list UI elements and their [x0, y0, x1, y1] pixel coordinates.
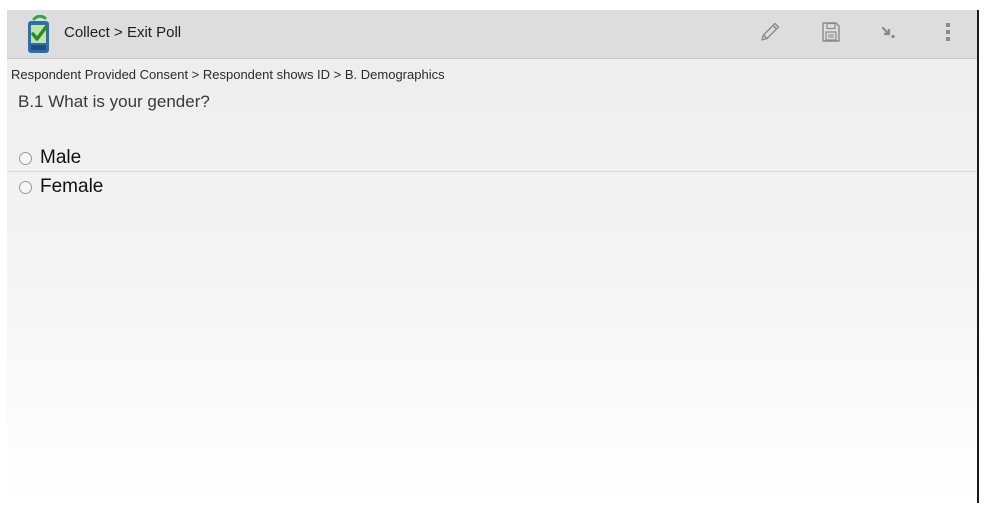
breadcrumb: Respondent Provided Consent > Respondent… — [11, 67, 445, 82]
option-label: Male — [40, 147, 82, 168]
overflow-menu-button[interactable] — [932, 18, 964, 50]
hierarchy-button[interactable] — [873, 18, 905, 50]
question-label: B.1 What is your gender? — [18, 92, 210, 111]
jump-arrow-icon — [877, 20, 901, 49]
radio-button[interactable] — [19, 181, 32, 194]
save-disk-icon — [819, 20, 843, 49]
save-button[interactable] — [815, 18, 847, 50]
app-title: Collect > Exit Poll — [64, 24, 182, 41]
option-male[interactable]: Male — [7, 146, 977, 174]
more-vert-icon — [936, 20, 960, 49]
action-bar: Collect > Exit Poll — [7, 10, 977, 59]
option-female[interactable]: Female — [7, 175, 977, 203]
collect-app-logo-icon — [21, 14, 55, 55]
radio-button[interactable] — [19, 152, 32, 165]
option-label: Female — [40, 176, 104, 197]
option-divider — [7, 171, 977, 172]
pencil-icon — [758, 20, 782, 49]
screen-edge — [977, 10, 979, 503]
form-screen: Collect > Exit Poll Respondent Provided … — [7, 10, 977, 503]
edit-button[interactable] — [754, 18, 786, 50]
